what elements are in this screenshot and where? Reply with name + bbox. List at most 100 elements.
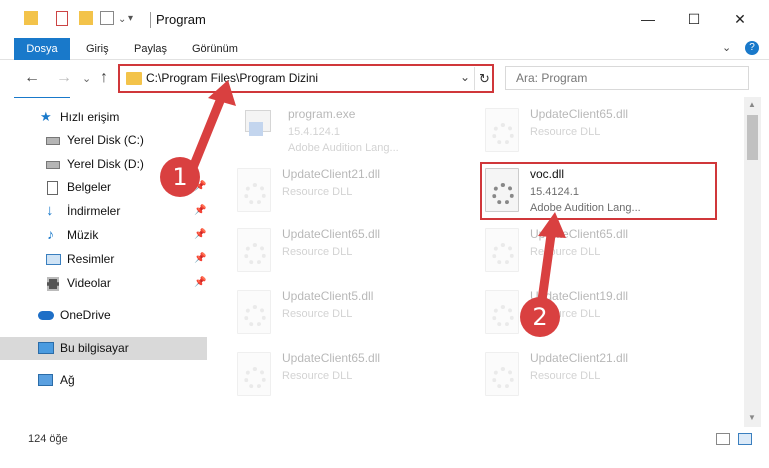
sidebar-item-label: Belgeler xyxy=(67,180,112,194)
file-item[interactable]: UpdateClient65.dll Resource DLL xyxy=(485,102,725,162)
file-description: Resource DLL xyxy=(530,126,601,138)
file-version: 15.4.124.1 xyxy=(288,126,340,138)
address-dropdown-icon[interactable]: ⌄ xyxy=(460,70,470,84)
file-name: UpdateClient65.dll xyxy=(282,227,381,241)
pin-icon[interactable]: 📌 xyxy=(194,253,206,264)
file-item[interactable]: UpdateClient5.dll Resource DLL xyxy=(237,284,477,344)
vertical-scrollbar[interactable]: ▲ ▼ xyxy=(744,97,761,427)
sidebar-item-local-disk-c[interactable]: Yerel Disk (C:) xyxy=(0,129,210,152)
address-bar[interactable]: C:\Program Files\Program Dizini ⌄ ↻ xyxy=(118,64,494,93)
dll-file-icon xyxy=(237,290,271,334)
tab-share[interactable]: Paylaş xyxy=(124,38,177,60)
file-name: program.exe xyxy=(288,107,356,121)
file-item[interactable]: UpdateClient21.dll Resource DLL xyxy=(485,346,725,406)
sidebar-item-label: Resimler xyxy=(67,252,115,266)
properties-icon[interactable] xyxy=(56,11,68,26)
item-count: 124 öğe xyxy=(28,433,68,445)
refresh-button[interactable]: ↻ xyxy=(474,67,494,90)
gear-icon xyxy=(244,367,266,389)
sidebar-item-label: Yerel Disk (D:) xyxy=(67,157,144,171)
pictures-icon xyxy=(46,254,61,265)
scroll-up-icon[interactable]: ▲ xyxy=(748,100,756,109)
video-icon xyxy=(47,277,59,291)
details-view-icon[interactable] xyxy=(716,433,730,445)
dll-file-icon xyxy=(237,352,271,396)
dll-file-icon xyxy=(237,228,271,272)
step-badge-1: 1 xyxy=(160,157,200,197)
sidebar-item-label: Müzik xyxy=(67,228,99,242)
file-item[interactable]: UpdateClient21.dll Resource DLL xyxy=(237,162,477,222)
sidebar-item-label: İndirmeler xyxy=(67,204,121,218)
file-description: Resource DLL xyxy=(282,370,353,382)
cloud-icon xyxy=(38,311,54,320)
gear-icon xyxy=(492,243,514,265)
minimize-button[interactable]: — xyxy=(625,0,671,38)
sidebar-item-network[interactable]: Ağ xyxy=(0,369,210,392)
large-icons-view-icon[interactable] xyxy=(738,433,752,445)
navigation-pane: ★ Hızlı erişim Yerel Disk (C:) Yerel Dis… xyxy=(0,100,210,430)
gear-icon xyxy=(244,183,266,205)
sidebar-item-music[interactable]: ♪ Müzik 📌 xyxy=(0,224,210,247)
recent-locations-button[interactable]: ⌄ xyxy=(82,72,91,85)
file-description: Resource DLL xyxy=(530,246,601,258)
sidebar-item-quick-access[interactable]: ★ Hızlı erişim xyxy=(0,106,210,129)
file-name: UpdateClient21.dll xyxy=(282,167,381,181)
dll-file-icon xyxy=(485,352,519,396)
file-name: UpdateClient65.dll xyxy=(282,351,381,365)
star-icon: ★ xyxy=(40,109,52,124)
dll-file-icon xyxy=(237,168,271,212)
up-button[interactable]: ↑ xyxy=(100,69,108,87)
gear-icon xyxy=(492,367,514,389)
step-badge-2: 2 xyxy=(520,297,560,337)
file-description: Resource DLL xyxy=(282,246,353,258)
download-icon: ↓ xyxy=(46,202,54,219)
file-item[interactable]: UpdateClient65.dll Resource DLL xyxy=(237,222,477,282)
pin-icon[interactable]: 📌 xyxy=(194,229,206,240)
tab-home[interactable]: Giriş xyxy=(76,38,119,60)
sidebar-item-label: Bu bilgisayar xyxy=(60,341,129,355)
file-item[interactable]: UpdateClient65.dll Resource DLL xyxy=(485,222,725,282)
qat-customize-icon[interactable]: ▾ xyxy=(128,13,133,24)
sidebar-item-label: Ağ xyxy=(60,373,75,387)
sidebar-item-downloads[interactable]: ↓ İndirmeler 📌 xyxy=(0,200,210,223)
tab-view[interactable]: Görünüm xyxy=(182,38,248,60)
close-button[interactable]: ✕ xyxy=(717,0,763,38)
sidebar-item-onedrive[interactable]: OneDrive xyxy=(0,304,210,327)
search-placeholder: Ara: Program xyxy=(516,71,588,85)
scrollbar-thumb[interactable] xyxy=(747,115,758,160)
file-name: UpdateClient5.dll xyxy=(282,289,374,303)
forward-button[interactable]: → xyxy=(56,69,72,87)
gear-icon xyxy=(244,305,266,327)
sidebar-item-this-pc[interactable]: Bu bilgisayar xyxy=(0,337,207,360)
checkbox-icon[interactable] xyxy=(100,11,114,25)
back-button[interactable]: ← xyxy=(24,69,40,87)
sidebar-item-videos[interactable]: Videolar 📌 xyxy=(0,272,210,295)
new-folder-icon[interactable] xyxy=(79,11,93,25)
sidebar-item-label: Videolar xyxy=(67,276,111,290)
title-bar: ⌄ ▾ Program — ☐ ✕ xyxy=(0,0,769,38)
address-path[interactable]: C:\Program Files\Program Dizini xyxy=(146,71,318,85)
file-description: Resource DLL xyxy=(282,186,353,198)
drive-icon xyxy=(46,161,60,169)
qat-dropdown-icon[interactable]: ⌄ xyxy=(118,14,126,25)
file-list: program.exe 15.4.124.1 Adobe Audition La… xyxy=(215,100,743,425)
gear-icon xyxy=(492,123,514,145)
ribbon-expand-icon[interactable]: ⌄ xyxy=(722,41,731,54)
scroll-down-icon[interactable]: ▼ xyxy=(748,413,756,422)
file-description: Adobe Audition Lang... xyxy=(288,142,399,154)
dll-file-icon xyxy=(485,290,519,334)
file-item[interactable]: program.exe 15.4.124.1 Adobe Audition La… xyxy=(243,102,483,162)
help-icon[interactable]: ? xyxy=(745,41,759,55)
maximize-button[interactable]: ☐ xyxy=(671,0,717,38)
dll-file-icon xyxy=(485,228,519,272)
file-description: Resource DLL xyxy=(530,370,601,382)
file-name: UpdateClient21.dll xyxy=(530,351,629,365)
drive-icon xyxy=(46,137,60,145)
documents-icon xyxy=(47,181,58,195)
pin-icon[interactable]: 📌 xyxy=(194,277,206,288)
file-item[interactable]: UpdateClient65.dll Resource DLL xyxy=(237,346,477,406)
sidebar-item-pictures[interactable]: Resimler 📌 xyxy=(0,248,210,271)
pin-icon[interactable]: 📌 xyxy=(194,205,206,216)
search-input[interactable]: Ara: Program xyxy=(505,66,749,90)
gear-icon xyxy=(492,305,514,327)
